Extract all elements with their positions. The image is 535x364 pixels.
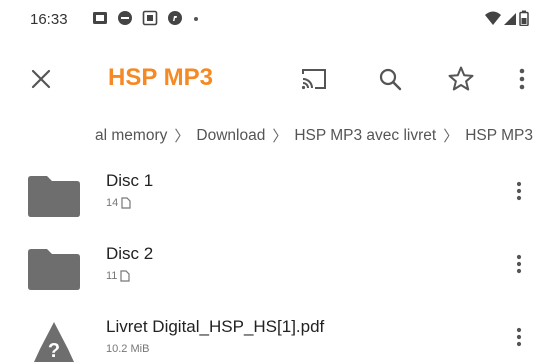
search-icon <box>379 68 402 91</box>
app-title: HSP MP3 <box>108 64 213 91</box>
breadcrumb-item-hsp-mp3-avec-livret[interactable]: HSP MP3 avec livret <box>292 127 438 145</box>
breadcrumb-item-download[interactable]: Download <box>194 127 267 145</box>
file-count-icon <box>121 197 131 209</box>
svg-text:?: ? <box>48 340 60 362</box>
overflow-menu-button[interactable] <box>510 63 534 95</box>
battery-icon <box>519 10 529 26</box>
file-manager-screen: 16:33 HSP MP3 al memory 〉 Download 〉 HSP… <box>0 0 535 364</box>
item-more-button[interactable] <box>507 175 531 207</box>
item-meta: 10.2 MiB <box>106 343 149 355</box>
item-count: 11 <box>106 270 118 282</box>
list-item[interactable]: Disc 1 14 <box>0 163 535 236</box>
more-vert-icon <box>519 68 525 90</box>
item-more-button[interactable] <box>507 321 531 353</box>
status-bar: 16:33 <box>0 0 535 40</box>
item-name: Disc 2 <box>106 244 154 263</box>
more-notifications-dot-icon <box>194 17 198 21</box>
item-meta: 14 <box>106 197 131 209</box>
favorite-button[interactable] <box>445 63 477 95</box>
unknown-file-icon: ? <box>34 322 74 362</box>
breadcrumb-path: al memory 〉 Download 〉 HSP MP3 avec livr… <box>93 125 535 146</box>
notification-icons <box>92 10 200 26</box>
breadcrumb-item-internal-memory[interactable]: al memory <box>93 127 169 145</box>
cast-button[interactable] <box>298 63 330 95</box>
folder-icon <box>28 176 80 217</box>
wifi-icon <box>485 11 501 25</box>
cast-icon <box>301 69 326 90</box>
item-name: Disc 1 <box>106 171 154 190</box>
chat-notification-icon <box>118 11 132 25</box>
app-bar: HSP MP3 <box>0 50 535 106</box>
breadcrumb: al memory 〉 Download 〉 HSP MP3 avec livr… <box>0 121 535 149</box>
more-vert-icon <box>516 254 522 274</box>
messenger-notification-icon <box>168 11 182 25</box>
close-button[interactable] <box>26 64 56 94</box>
folder-icon <box>28 249 80 290</box>
item-name: Livret Digital_HSP_HS[1].pdf <box>106 317 325 336</box>
more-vert-icon <box>516 327 522 347</box>
breadcrumb-item-hsp-mp3[interactable]: HSP MP3 <box>463 127 535 145</box>
file-list: Disc 1 14 Disc 2 11 ? Livret Digital_HSP… <box>0 163 535 364</box>
file-count-icon <box>120 270 131 282</box>
system-status-icons <box>485 10 529 26</box>
chevron-right-icon: 〉 <box>272 128 288 145</box>
item-more-button[interactable] <box>507 248 531 280</box>
star-outline-icon <box>448 66 474 91</box>
signal-icon <box>504 13 516 25</box>
item-size: 10.2 MiB <box>106 343 150 355</box>
photo-notification-icon <box>93 12 107 24</box>
chevron-right-icon: 〉 <box>443 128 459 145</box>
list-item[interactable]: ? Livret Digital_HSP_HS[1].pdf 10.2 MiB <box>0 309 535 364</box>
search-button[interactable] <box>374 63 406 95</box>
calendar-notification-icon <box>142 10 158 26</box>
item-count: 14 <box>106 197 119 209</box>
chevron-right-icon: 〉 <box>174 128 190 145</box>
item-meta: 11 <box>106 270 131 282</box>
list-item[interactable]: Disc 2 11 <box>0 236 535 309</box>
status-time: 16:33 <box>30 11 68 28</box>
close-icon <box>31 69 51 89</box>
more-vert-icon <box>516 181 522 201</box>
